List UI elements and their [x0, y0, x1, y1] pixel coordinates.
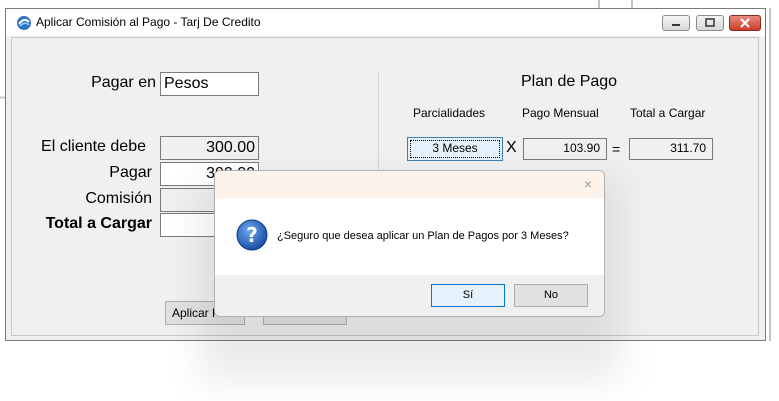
title-bar: Aplicar Comisión al Pago - Tarj De Credi…: [6, 9, 765, 36]
meses-button[interactable]: 3 Meses: [407, 137, 503, 161]
total-plan-field: 311.70: [629, 138, 713, 160]
maximize-button[interactable]: [696, 15, 724, 31]
question-icon: ?: [236, 219, 268, 251]
total-cargar-header: Total a Cargar: [630, 106, 706, 120]
minimize-icon: [672, 24, 680, 26]
times-symbol: X: [506, 139, 517, 156]
question-mark: ?: [246, 223, 258, 247]
comision-label: Comisión: [85, 190, 152, 207]
equals-symbol: =: [612, 141, 621, 157]
pagar-en-select[interactable]: Pesos: [160, 72, 259, 96]
cliente-debe-label: El cliente debe: [41, 138, 146, 155]
close-icon: [740, 18, 750, 28]
pagar-label: Pagar: [109, 164, 152, 181]
pago-mensual-field: 103.90: [523, 138, 607, 160]
cliente-debe-field: 300.00: [160, 136, 259, 160]
pagar-en-label: Pagar en: [91, 74, 156, 91]
no-button[interactable]: No: [514, 284, 588, 307]
minimize-button[interactable]: [662, 15, 690, 31]
window-title: Aplicar Comisión al Pago - Tarj De Credi…: [36, 15, 261, 29]
yes-button[interactable]: Sí: [431, 284, 505, 307]
maximize-icon: [705, 18, 715, 27]
total-cargar-label: Total a Cargar: [45, 215, 152, 232]
parcialidades-header: Parcialidades: [413, 106, 486, 120]
confirm-dialog: × ? ¿Seguro que desea aplicar un Plan de…: [214, 170, 605, 317]
pago-mensual-header: Pago Mensual: [522, 106, 599, 120]
plan-title: Plan de Pago: [521, 73, 618, 90]
app-globe-icon: [17, 16, 31, 30]
close-button[interactable]: [729, 15, 761, 31]
dialog-close-icon[interactable]: ×: [584, 176, 592, 192]
dialog-title-bar: ×: [215, 171, 604, 198]
dialog-message: ¿Seguro que desea aplicar un Plan de Pag…: [277, 230, 569, 242]
